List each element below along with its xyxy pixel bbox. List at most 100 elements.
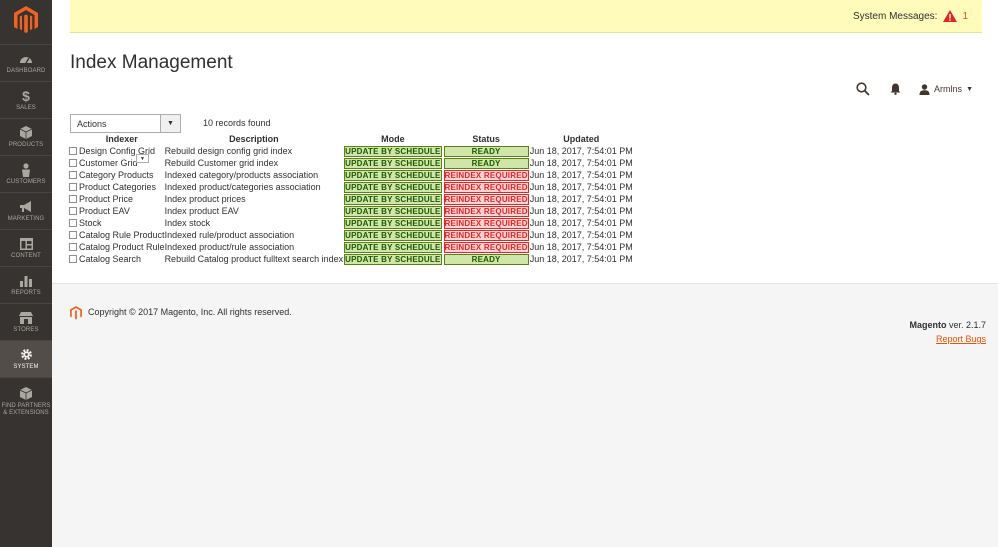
row-checkbox[interactable] — [69, 219, 77, 228]
description-cell: Indexed category/products association — [164, 169, 319, 180]
column-header-description[interactable]: Description — [165, 134, 344, 145]
row-checkbox-cell — [69, 181, 79, 193]
status-cell: READY — [443, 253, 530, 265]
column-header-status[interactable]: Status — [443, 134, 530, 145]
row-checkbox[interactable] — [69, 231, 77, 240]
store-icon — [18, 311, 34, 325]
sidebar-item-content[interactable]: CONTENT — [0, 229, 52, 266]
report-bugs-link[interactable]: Report Bugs — [936, 334, 986, 344]
sidebar-item-products[interactable]: PRODUCTS — [0, 118, 52, 155]
person-icon — [18, 162, 34, 177]
sidebar-item-dashboard[interactable]: DASHBOARD — [0, 44, 52, 81]
indexer-cell: Catalog Rule Product — [79, 229, 165, 240]
updated-cell: Jun 18, 2017, 7:54:01 PM — [529, 253, 633, 264]
mass-select-dropdown[interactable]: ▼ — [136, 154, 149, 163]
indexer-cell: Customer Grid — [79, 157, 138, 168]
sidebar-item-system[interactable]: SYSTEM — [0, 340, 52, 377]
description-cell: Rebuild Customer grid index — [164, 157, 279, 168]
actions-dropdown[interactable]: Actions ▼ — [70, 114, 181, 133]
status-cell: REINDEX REQUIRED — [443, 169, 530, 181]
table-row[interactable]: Catalog Rule Product Indexed rule/product… — [69, 229, 633, 241]
mode-cell: UPDATE BY SCHEDULE — [343, 169, 442, 181]
row-checkbox-cell — [69, 253, 79, 265]
mode-badge: UPDATE BY SCHEDULE — [344, 205, 442, 217]
table-row[interactable]: Catalog Search Rebuild Catalog product fu… — [69, 253, 633, 265]
sidebar-item-sales[interactable]: $ SALES — [0, 81, 52, 118]
user-account-menu[interactable]: Armlns ▼ — [919, 83, 973, 95]
mode-badge: UPDATE BY SCHEDULE — [344, 229, 442, 241]
table-row[interactable]: Category Products Indexed category/produc… — [69, 169, 633, 181]
system-messages-label: System Messages: — [852, 10, 938, 22]
admin-sidebar: DASHBOARD $ SALES PRODUCTS CUSTOMERS MAR… — [0, 0, 52, 547]
sidebar-item-reports[interactable]: REPORTS — [0, 266, 52, 303]
sidebar-item-customers[interactable]: CUSTOMERS — [0, 155, 52, 192]
table-row[interactable]: Product EAV Index product EAV UPDATE BY SC… — [69, 205, 633, 217]
system-messages-bar[interactable]: System Messages: 1 — [70, 0, 982, 33]
status-badge: READY — [443, 157, 529, 169]
description-cell: Rebuild Catalog product fulltext search … — [164, 253, 344, 264]
updated-cell: Jun 18, 2017, 7:54:01 PM — [529, 145, 633, 156]
chevron-down-icon[interactable]: ▼ — [160, 115, 180, 132]
row-checkbox-cell — [69, 229, 79, 241]
row-checkbox[interactable] — [69, 147, 77, 156]
row-checkbox-cell — [69, 193, 79, 205]
warning-icon — [943, 10, 958, 22]
indexer-cell: Design Config Grid — [79, 145, 156, 156]
updated-cell: Jun 18, 2017, 7:54:01 PM — [529, 229, 633, 240]
description-cell: Rebuild design config grid index — [164, 145, 293, 156]
row-checkbox-cell — [69, 217, 79, 229]
column-header-updated[interactable]: Updated — [530, 134, 633, 145]
table-row[interactable]: Stock Index stock UPDATE BY SCHEDULE REINDE… — [69, 217, 633, 229]
sidebar-item-label: REPORTS — [11, 289, 41, 296]
status-badge: REINDEX REQUIRED — [443, 169, 529, 181]
updated-cell: Jun 18, 2017, 7:54:01 PM — [529, 241, 633, 252]
status-cell: REINDEX REQUIRED — [443, 229, 530, 241]
magento-logo-icon — [70, 306, 82, 320]
row-checkbox[interactable] — [69, 255, 77, 264]
sidebar-item-find-partners[interactable]: FIND PARTNERS & EXTENSIONS — [0, 377, 52, 425]
sidebar-item-label: PRODUCTS — [8, 141, 44, 148]
sidebar-item-label: & EXTENSIONS — [3, 409, 49, 416]
column-header-indexer[interactable]: Indexer — [79, 134, 165, 145]
sidebar-item-label: SYSTEM — [13, 363, 39, 370]
status-cell: REINDEX REQUIRED — [443, 193, 530, 205]
layout-icon — [18, 237, 34, 251]
table-row[interactable]: Product Categories Indexed product/catego… — [69, 181, 633, 193]
description-cell: Index product EAV — [164, 205, 239, 216]
description-cell: Index stock — [164, 217, 211, 228]
indexer-cell: Product EAV — [79, 205, 130, 216]
description-cell: Index product prices — [164, 193, 246, 204]
status-cell: REINDEX REQUIRED — [443, 205, 530, 217]
bell-icon[interactable] — [887, 81, 903, 97]
table-row[interactable]: Product Price Index product prices UPDATE … — [69, 193, 633, 205]
indexer-cell: Catalog Product Rule — [79, 241, 165, 252]
row-checkbox[interactable] — [69, 195, 77, 204]
row-checkbox[interactable] — [69, 159, 77, 168]
page-title: Index Management — [70, 52, 233, 73]
table-row[interactable]: Design Config Grid Rebuild design config … — [69, 145, 633, 157]
status-badge: REINDEX REQUIRED — [443, 241, 529, 253]
magento-logo-icon[interactable] — [14, 6, 38, 34]
table-row[interactable]: Customer Grid Rebuild Customer grid index… — [69, 157, 633, 169]
row-checkbox[interactable] — [69, 243, 77, 252]
row-checkbox-cell — [69, 205, 79, 217]
updated-cell: Jun 18, 2017, 7:54:01 PM — [529, 205, 633, 216]
table-row[interactable]: Catalog Product Rule Indexed product/rule… — [69, 241, 633, 253]
row-checkbox[interactable] — [69, 207, 77, 216]
sidebar-item-marketing[interactable]: MARKETING — [0, 192, 52, 229]
column-header-mode[interactable]: Mode — [343, 134, 442, 145]
sidebar-item-stores[interactable]: STORES — [0, 303, 52, 340]
partners-icon — [18, 387, 34, 401]
mode-cell: UPDATE BY SCHEDULE — [343, 217, 442, 229]
row-checkbox[interactable] — [69, 183, 77, 192]
sidebar-item-label: DASHBOARD — [6, 67, 46, 74]
mode-badge: UPDATE BY SCHEDULE — [344, 169, 442, 181]
search-icon[interactable] — [855, 81, 871, 97]
sidebar-item-label: SALES — [16, 104, 36, 111]
row-checkbox-cell — [69, 145, 79, 157]
mode-cell: UPDATE BY SCHEDULE — [343, 157, 442, 169]
row-checkbox[interactable] — [69, 171, 77, 180]
status-badge: REINDEX REQUIRED — [443, 193, 529, 205]
status-badge: REINDEX REQUIRED — [443, 217, 529, 229]
system-messages-count[interactable]: 1 — [962, 11, 968, 22]
